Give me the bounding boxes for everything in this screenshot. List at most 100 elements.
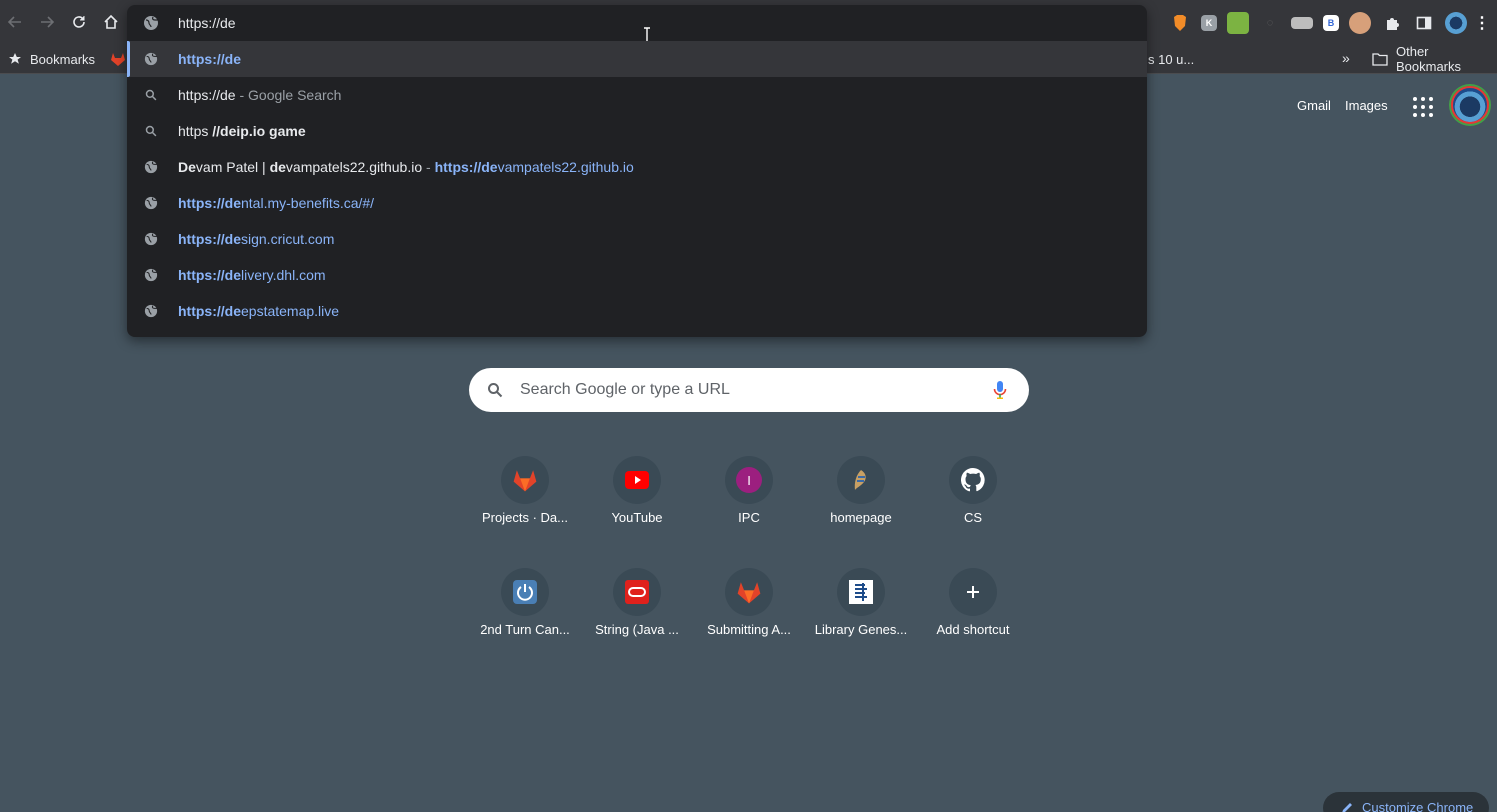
suggestion-text-part: livery.dhl.com <box>241 267 326 283</box>
suggestion-text: https://de - Google Search <box>178 87 341 103</box>
globe-icon <box>143 51 159 67</box>
suggestion-text-part: vampatels22.github.io <box>497 159 634 175</box>
reload-icon <box>73 16 85 28</box>
gitlab-icon <box>725 568 773 616</box>
gitlab-icon <box>501 456 549 504</box>
shortcut-label: Projects · Da... <box>482 510 568 525</box>
suggestion-text: https://de <box>178 51 241 67</box>
overflow-label: » <box>1342 50 1350 66</box>
homepage-icon <box>837 456 885 504</box>
profile-avatar-small[interactable] <box>1445 12 1467 34</box>
omnibox-suggestion[interactable]: https://design.cricut.com <box>127 221 1147 257</box>
suggestion-text-part: https://de <box>434 159 498 175</box>
microphone-icon[interactable] <box>993 380 1007 400</box>
extensions-area: K ◌ B ⋮ <box>1169 10 1497 36</box>
suggestion-text-part: //de <box>212 123 237 139</box>
suggestion-text-part: sign.cricut.com <box>241 231 335 247</box>
brave-extension-icon[interactable] <box>1169 12 1191 34</box>
bookmarks-button[interactable]: Bookmarks <box>8 48 95 70</box>
shortcut-label: CS <box>963 510 983 525</box>
google-apps-icon[interactable] <box>1413 97 1433 117</box>
globe-icon <box>144 16 158 30</box>
omnibox-suggestion[interactable]: https //deip.io game <box>127 113 1147 149</box>
omnibox-suggestion[interactable]: https://de <box>127 41 1147 77</box>
arrow-left-icon <box>7 16 21 28</box>
shortcut-tile[interactable]: CS <box>917 442 1029 554</box>
shortcut-tile[interactable]: Projects · Da... <box>469 442 581 554</box>
suggestion-text: https://dental.my-benefits.ca/#/ <box>178 195 374 211</box>
suggestion-text-part: ntal.my-benefits.ca/#/ <box>241 195 375 211</box>
letter-i-icon: I <box>725 456 773 504</box>
suggestion-text: https://design.cricut.com <box>178 231 334 247</box>
suggestion-text-part: vam Patel | <box>195 159 270 175</box>
home-button[interactable] <box>101 12 121 32</box>
suggestion-text-part: https://de <box>178 231 241 247</box>
search-icon <box>488 383 503 398</box>
suggestion-text: https://delivery.dhl.com <box>178 267 326 283</box>
shortcut-label: YouTube <box>611 510 663 525</box>
plus-icon <box>949 568 997 616</box>
globe-icon <box>143 195 159 211</box>
suggestion-text-part: https://de <box>178 303 241 319</box>
shortcut-tile[interactable]: Library Genes... <box>805 554 917 666</box>
customize-chrome-button[interactable]: Customize Chrome <box>1323 792 1489 812</box>
shortcut-tile[interactable]: homepage <box>805 442 917 554</box>
search-icon <box>143 123 159 139</box>
suggestion-text-part: vampatels22.github.io <box>285 159 423 175</box>
omnibox-suggestion[interactable]: Devam Patel | devampatels22.github.io - … <box>127 149 1147 185</box>
address-bar-input[interactable] <box>178 11 1078 35</box>
back-button[interactable] <box>5 12 25 32</box>
customize-chrome-label: Customize Chrome <box>1362 800 1474 812</box>
gmail-link[interactable]: Gmail <box>1297 98 1331 113</box>
search-icon <box>143 87 159 103</box>
bookmark-partial-label: s 10 u... <box>1148 51 1195 67</box>
bookmarks-label: Bookmarks <box>30 51 96 67</box>
omnibox-suggestion[interactable]: https://de - Google Search <box>127 77 1147 113</box>
game-extension-icon[interactable] <box>1227 12 1249 34</box>
shortcut-label: 2nd Turn Can... <box>480 622 570 637</box>
suggestion-text-part: https://de <box>178 87 236 103</box>
shortcut-label: IPC <box>738 510 760 525</box>
omnibox-dropdown: https://dehttps://de - Google Searchhttp… <box>127 5 1147 337</box>
gitlab-icon <box>111 53 125 66</box>
images-link[interactable]: Images <box>1345 98 1388 113</box>
omnibox-suggestion[interactable]: https://delivery.dhl.com <box>127 257 1147 293</box>
face-extension-icon[interactable] <box>1349 12 1371 34</box>
shortcut-tile[interactable]: 2nd Turn Can... <box>469 554 581 666</box>
suggestion-text-part: https <box>178 123 213 139</box>
shortcut-tile[interactable]: YouTube <box>581 442 693 554</box>
ntp-search-box[interactable]: Search Google or type a URL <box>469 368 1029 412</box>
star-icon <box>9 53 21 64</box>
bookmarks-overflow-button[interactable]: » <box>1342 47 1350 69</box>
shortcut-tile[interactable]: I IPC <box>693 442 805 554</box>
forward-button[interactable] <box>37 12 57 32</box>
ghost-extension-icon[interactable]: ◌ <box>1259 12 1281 34</box>
pencil-icon <box>1342 803 1352 812</box>
b-extension-icon[interactable]: B <box>1323 15 1339 31</box>
side-panel-icon[interactable] <box>1413 12 1435 34</box>
globe-icon <box>143 231 159 247</box>
omnibox-suggestion[interactable]: https://deepstatemap.live <box>127 293 1147 329</box>
suggestion-text-part: De <box>178 159 196 175</box>
puzzle-icon[interactable] <box>1381 12 1403 34</box>
globe-icon <box>143 267 159 283</box>
oracle-icon <box>613 568 661 616</box>
suggestion-text: https://deepstatemap.live <box>178 303 339 319</box>
suggestion-text-part: https://de <box>178 267 241 283</box>
omnibox-suggestion[interactable]: https://dental.my-benefits.ca/#/ <box>127 185 1147 221</box>
k-extension-icon[interactable]: K <box>1201 15 1217 31</box>
omnibox-suggestions: https://de https://de - Google Search http… <box>127 41 1147 329</box>
menu-kebab-icon[interactable]: ⋮ <box>1474 12 1490 34</box>
bar-extension-icon[interactable] <box>1291 17 1313 29</box>
profile-avatar[interactable] <box>1451 86 1489 124</box>
shortcut-tile[interactable]: Submitting A... <box>693 554 805 666</box>
other-bookmarks-button[interactable]: Other Bookmarks <box>1372 44 1497 74</box>
folder-icon <box>1372 53 1388 66</box>
suggestion-text: https //deip.io game <box>178 123 306 139</box>
reload-button[interactable] <box>69 12 89 32</box>
suggestion-text-part: https://de <box>178 51 241 67</box>
add-shortcut-button[interactable]: Add shortcut <box>917 554 1029 666</box>
shortcut-tile[interactable]: String (Java ... <box>581 554 693 666</box>
bookmark-partial[interactable]: s 10 u... <box>1148 48 1194 70</box>
globe-icon <box>143 303 159 319</box>
